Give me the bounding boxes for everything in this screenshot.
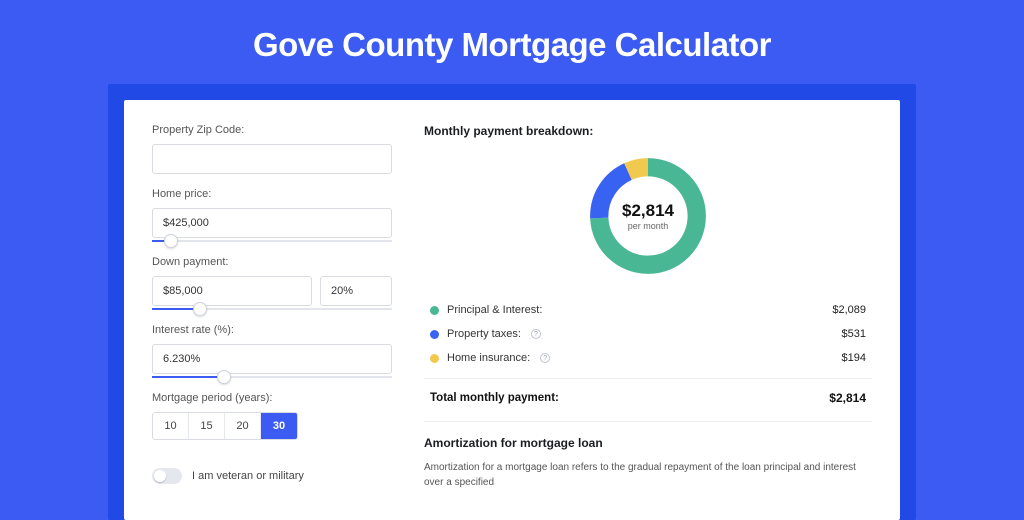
- form-column: Property Zip Code: Home price: Down paym…: [152, 124, 392, 500]
- legend-row-taxes: Property taxes: ? $531: [430, 328, 866, 340]
- mortgage-period-options: 10 15 20 30: [152, 412, 298, 440]
- period-option-30[interactable]: 30: [261, 413, 297, 439]
- total-label: Total monthly payment:: [430, 392, 559, 404]
- down-payment-label: Down payment:: [152, 256, 392, 268]
- total-row: Total monthly payment: $2,814: [424, 379, 872, 421]
- legend-val-principal: $2,089: [832, 304, 866, 316]
- zip-field: Property Zip Code:: [152, 124, 392, 174]
- legend-val-taxes: $531: [842, 328, 866, 340]
- info-icon[interactable]: ?: [540, 353, 550, 363]
- amortization-title: Amortization for mortgage loan: [424, 436, 872, 450]
- down-payment-slider-thumb[interactable]: [193, 302, 207, 316]
- amortization-section: Amortization for mortgage loan Amortizat…: [424, 421, 872, 490]
- breakdown-title: Monthly payment breakdown:: [424, 124, 872, 138]
- legend-label-taxes: Property taxes:: [447, 328, 521, 340]
- down-payment-amount-input[interactable]: [152, 276, 312, 306]
- dot-insurance: [430, 354, 439, 363]
- donut-sub: per month: [628, 221, 669, 231]
- down-payment-slider[interactable]: [152, 308, 392, 310]
- donut-chart: $2,814 per month: [584, 152, 712, 280]
- dot-taxes: [430, 330, 439, 339]
- home-price-slider[interactable]: [152, 240, 392, 242]
- interest-rate-label: Interest rate (%):: [152, 324, 392, 336]
- dot-principal: [430, 306, 439, 315]
- home-price-input[interactable]: [152, 208, 392, 238]
- veteran-label: I am veteran or military: [192, 470, 304, 482]
- zip-label: Property Zip Code:: [152, 124, 392, 136]
- amortization-text: Amortization for a mortgage loan refers …: [424, 460, 872, 490]
- zip-input[interactable]: [152, 144, 392, 174]
- period-option-20[interactable]: 20: [225, 413, 261, 439]
- legend-row-principal: Principal & Interest: $2,089: [430, 304, 866, 316]
- legend: Principal & Interest: $2,089 Property ta…: [424, 296, 872, 379]
- home-price-label: Home price:: [152, 188, 392, 200]
- period-option-15[interactable]: 15: [189, 413, 225, 439]
- legend-label-principal: Principal & Interest:: [447, 304, 542, 316]
- donut-center: $2,814 per month: [584, 152, 712, 280]
- breakdown-column: Monthly payment breakdown: $2,814 per mo…: [424, 124, 872, 500]
- veteran-toggle[interactable]: [152, 468, 182, 484]
- legend-row-insurance: Home insurance: ? $194: [430, 352, 866, 364]
- legend-label-insurance: Home insurance:: [447, 352, 530, 364]
- interest-rate-input[interactable]: [152, 344, 392, 374]
- total-value: $2,814: [829, 391, 866, 405]
- down-payment-field: Down payment:: [152, 256, 392, 310]
- interest-rate-field: Interest rate (%):: [152, 324, 392, 378]
- veteran-row: I am veteran or military: [152, 468, 392, 484]
- calculator-card: Property Zip Code: Home price: Down paym…: [124, 100, 900, 520]
- home-price-slider-thumb[interactable]: [164, 234, 178, 248]
- mortgage-period-label: Mortgage period (years):: [152, 392, 392, 404]
- period-option-10[interactable]: 10: [153, 413, 189, 439]
- down-payment-pct-input[interactable]: [320, 276, 392, 306]
- interest-rate-slider[interactable]: [152, 376, 392, 378]
- home-price-field: Home price:: [152, 188, 392, 242]
- app-frame: Property Zip Code: Home price: Down paym…: [108, 84, 916, 520]
- donut-chart-wrap: $2,814 per month: [424, 144, 872, 296]
- legend-val-insurance: $194: [842, 352, 866, 364]
- mortgage-period-field: Mortgage period (years): 10 15 20 30: [152, 392, 392, 440]
- page-title: Gove County Mortgage Calculator: [0, 0, 1024, 84]
- veteran-toggle-knob: [154, 470, 166, 482]
- donut-amount: $2,814: [622, 201, 674, 221]
- info-icon[interactable]: ?: [531, 329, 541, 339]
- interest-rate-slider-thumb[interactable]: [217, 370, 231, 384]
